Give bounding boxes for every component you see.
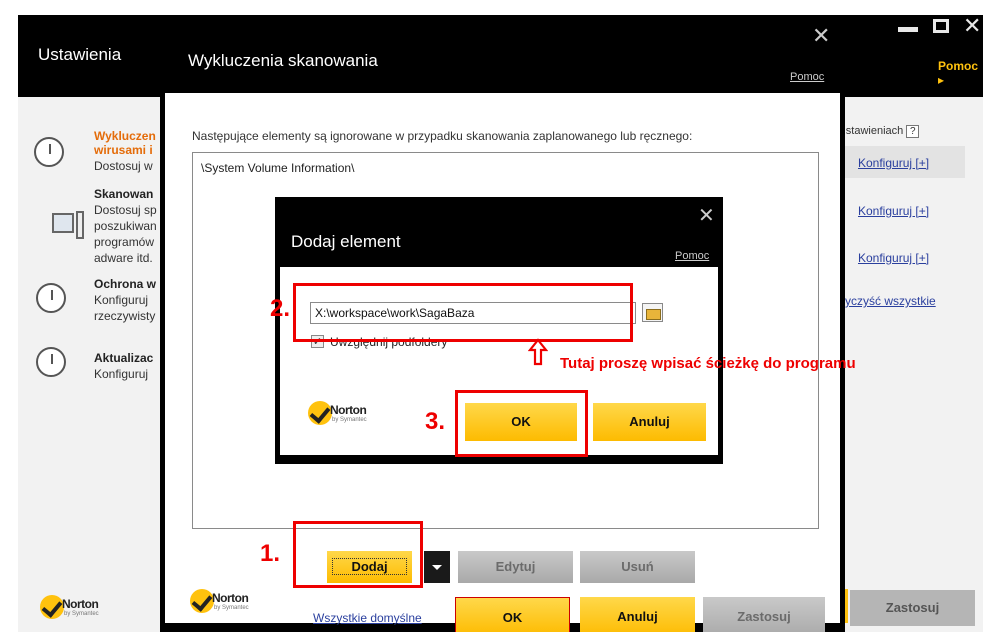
apply-button[interactable]: Zastosuj xyxy=(703,597,825,632)
cancel-button[interactable]: Anuluj xyxy=(580,597,695,632)
item-scan-desc-3: programów xyxy=(94,235,155,249)
list-item[interactable]: \System Volume Information\ xyxy=(201,161,354,175)
item-exclusions-title-1[interactable]: Wykluczen xyxy=(94,129,156,143)
annotation-box-step3 xyxy=(455,390,588,457)
item-update-title[interactable]: Aktualizac xyxy=(94,351,153,365)
remove-button[interactable]: Usuń xyxy=(580,551,695,583)
restore-defaults-link[interactable]: Wszystkie domyślne xyxy=(313,611,422,625)
item-scan-desc-1: Dostosuj sp xyxy=(94,203,157,217)
annotation-box-step2 xyxy=(293,283,633,342)
dialog-title: Dodaj element xyxy=(291,232,401,251)
item-realtime-desc-1: Konfiguruj xyxy=(94,293,149,307)
dialog-title: Wykluczenia skanowania xyxy=(188,51,378,70)
computer-tower-icon xyxy=(76,211,84,239)
settings-help-link[interactable]: Pomoc ▸ xyxy=(938,59,983,87)
item-scan-title[interactable]: Skanowan xyxy=(94,187,153,201)
item-exclusions-title-2[interactable]: wirusami i xyxy=(94,143,153,157)
annotation-box-step1 xyxy=(293,521,423,588)
help-question-icon[interactable]: ? xyxy=(906,125,920,138)
item-realtime-title[interactable]: Ochrona w xyxy=(94,277,156,291)
settings-title: Ustawienia xyxy=(38,45,122,64)
item-realtime-desc-2: rzeczywisty xyxy=(94,309,156,323)
annotation-hint: Tutaj proszę wpisać ścieżkę do programu xyxy=(560,355,856,372)
globe-update-icon xyxy=(36,347,66,377)
description-text: Następujące elementy są ignorowane w prz… xyxy=(192,129,693,143)
close-icon[interactable]: ✕ xyxy=(812,23,830,49)
norton-check-icon xyxy=(40,595,64,619)
annotation-step2: 2. xyxy=(270,295,291,322)
arrow-up-icon xyxy=(528,338,548,366)
add-element-cancel-button[interactable]: Anuluj xyxy=(593,403,706,441)
minimize-icon[interactable] xyxy=(898,27,918,32)
configure-link-3[interactable]: Konfiguruj [+] xyxy=(858,251,929,265)
annotation-step3: 3. xyxy=(425,408,446,435)
item-scan-desc-2: poszukiwan xyxy=(94,219,157,233)
annotation-step1: 1. xyxy=(260,540,281,567)
item-update-desc: Konfiguruj xyxy=(94,367,149,381)
help-link[interactable]: Pomoc xyxy=(675,250,709,262)
configure-link-1[interactable]: Konfiguruj [+] xyxy=(858,156,929,170)
close-icon[interactable]: ✕ xyxy=(698,203,715,228)
ok-button[interactable]: OK xyxy=(455,597,570,632)
configure-link-2[interactable]: Konfiguruj [+] xyxy=(858,204,929,218)
maximize-icon[interactable] xyxy=(933,19,949,33)
clock-icon xyxy=(36,283,66,313)
close-icon[interactable]: ✕ xyxy=(963,15,981,37)
item-scan-desc-4: adware itd. xyxy=(94,251,153,265)
edit-button[interactable]: Edytuj xyxy=(458,551,573,583)
settings-apply-button[interactable]: Zastosuj xyxy=(850,590,975,626)
browse-folder-icon[interactable] xyxy=(642,303,663,322)
help-link[interactable]: Pomoc xyxy=(790,71,824,83)
speedometer-icon xyxy=(34,137,64,167)
add-dropdown-icon[interactable] xyxy=(424,551,450,583)
item-exclusions-desc: Dostosuj w xyxy=(94,159,153,173)
clear-all-link[interactable]: yczyść wszystkie xyxy=(845,294,936,308)
norton-check-icon xyxy=(308,401,332,425)
computer-icon xyxy=(52,213,74,233)
norton-check-icon xyxy=(190,589,214,613)
